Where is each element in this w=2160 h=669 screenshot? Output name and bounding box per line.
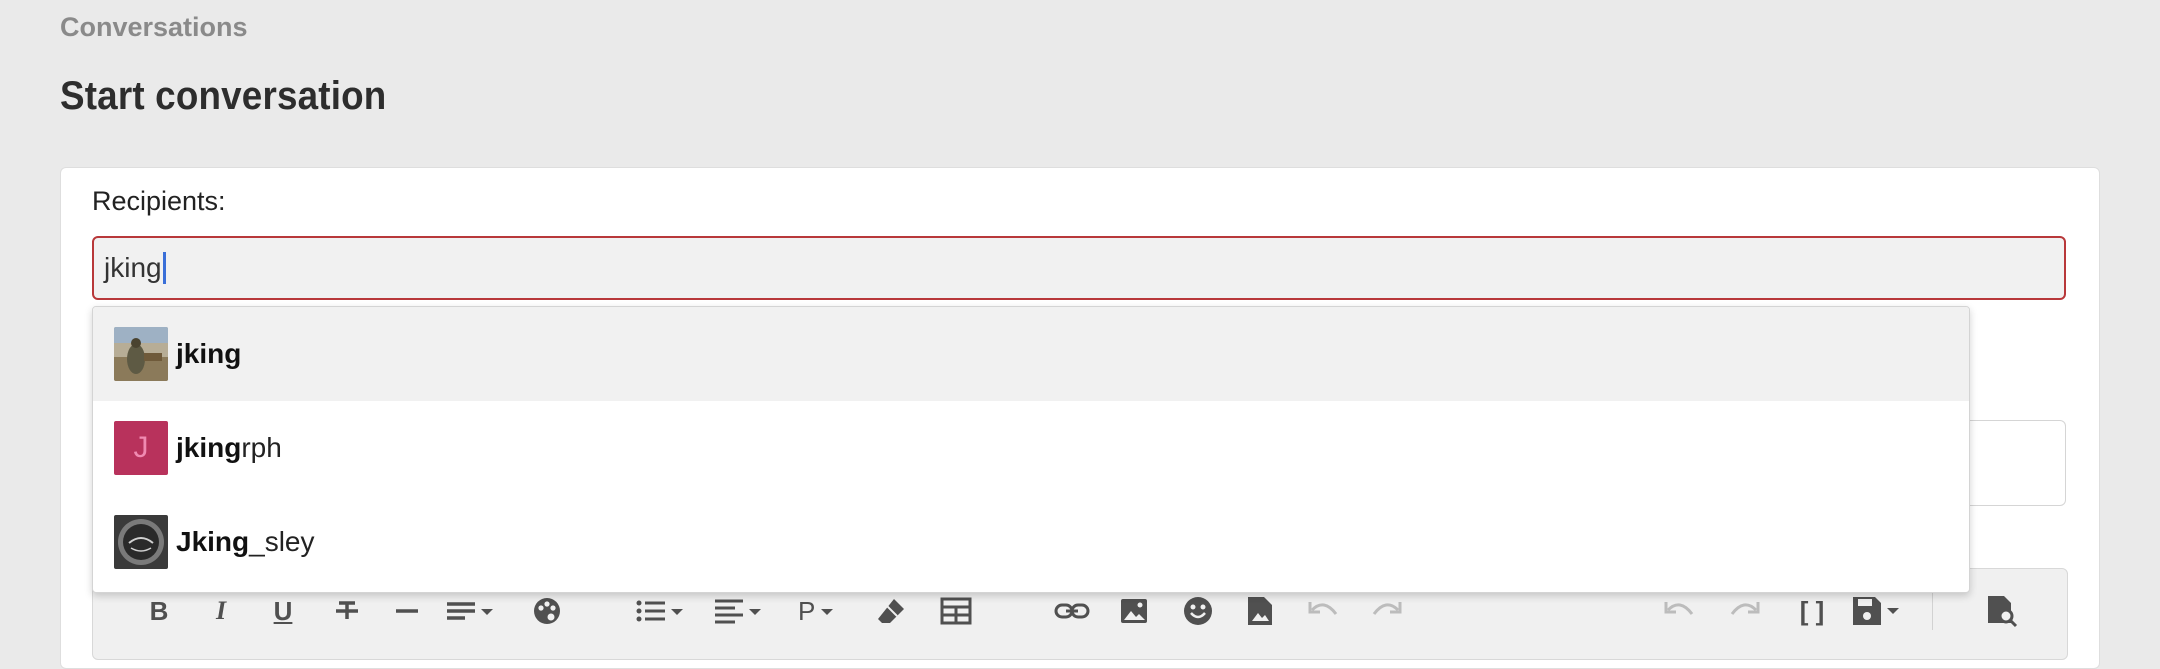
horizontal-line-icon[interactable]	[392, 590, 422, 632]
suggestion-item[interactable]: Jking_sley	[93, 495, 1969, 589]
recipient-suggestions: jking J jkingrph Jking_sley	[92, 306, 1970, 593]
paragraph-icon[interactable]: P	[798, 590, 844, 632]
suggestion-label: jkingrph	[176, 432, 282, 463]
avatar: J	[114, 421, 168, 475]
suggestion-item[interactable]: J jkingrph	[93, 401, 1969, 495]
bold-icon[interactable]: B	[142, 590, 176, 632]
italic-icon[interactable]: I	[204, 590, 238, 632]
editor-toolbar: B I U P []	[92, 570, 2066, 632]
recipients-label: Recipients:	[92, 186, 226, 216]
undo-icon[interactable]	[1662, 590, 1698, 632]
list-icon[interactable]	[634, 590, 690, 632]
avatar	[114, 515, 168, 569]
paragraph-label: P	[798, 595, 816, 626]
redo-icon[interactable]	[1368, 590, 1404, 632]
underline-icon[interactable]: U	[266, 590, 300, 632]
suggestion-label: jking	[176, 338, 242, 369]
preview-icon[interactable]	[1982, 590, 2022, 632]
suggestion-label: Jking_sley	[176, 526, 315, 557]
text-caret	[162, 252, 166, 284]
text-size-icon[interactable]	[444, 590, 500, 632]
suggestion-item[interactable]: jking	[93, 307, 1969, 401]
recipients-input[interactable]: jking	[92, 236, 2066, 300]
media-icon[interactable]	[1242, 590, 1278, 632]
save-draft-icon[interactable]	[1850, 590, 1910, 632]
image-icon[interactable]	[1116, 590, 1152, 632]
align-icon[interactable]	[712, 590, 768, 632]
avatar	[114, 327, 168, 381]
redo-icon[interactable]	[1726, 590, 1762, 632]
link-icon[interactable]	[1052, 590, 1092, 632]
table-icon[interactable]	[938, 590, 974, 632]
undo-icon[interactable]	[1306, 590, 1342, 632]
page-title: Start conversation	[60, 74, 387, 118]
title-field[interactable]	[1960, 420, 2066, 506]
emoji-icon[interactable]	[1180, 590, 1216, 632]
palette-icon[interactable]	[530, 590, 564, 632]
breadcrumb[interactable]: Conversations	[60, 12, 248, 43]
strikethrough-icon[interactable]	[328, 590, 366, 632]
brackets-icon[interactable]: [ ]	[1792, 590, 1832, 632]
recipients-input-value: jking	[104, 252, 162, 283]
eraser-icon[interactable]	[874, 590, 910, 632]
